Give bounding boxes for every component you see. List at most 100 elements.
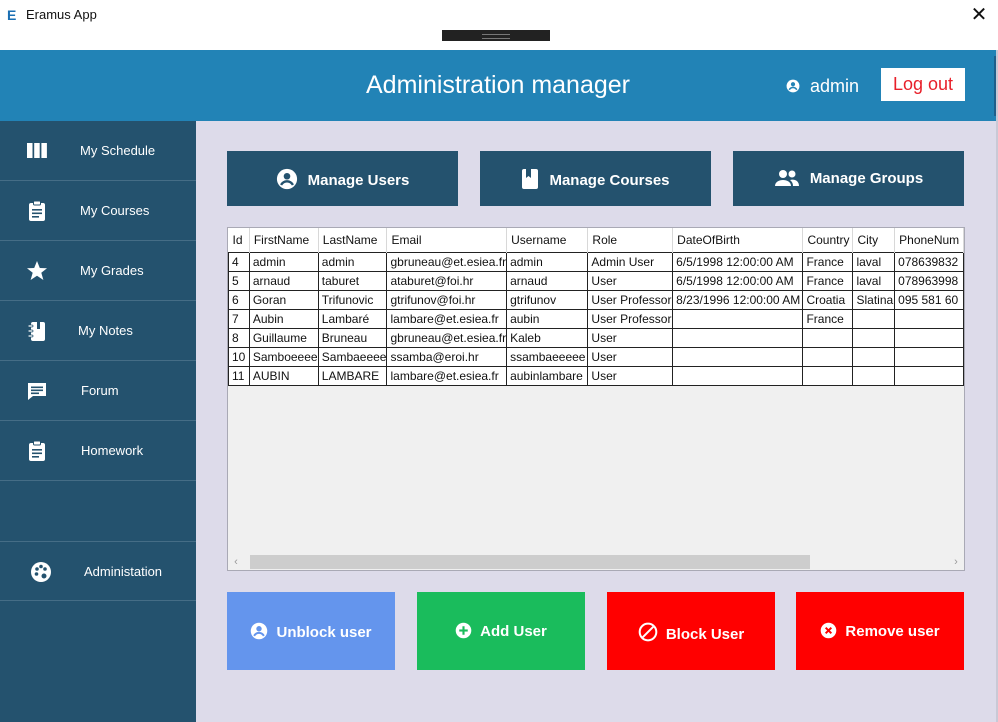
table-cell[interactable]: lambare@et.esiea.fr [386, 308, 508, 329]
table-cell[interactable] [802, 365, 854, 386]
table-cell[interactable] [852, 365, 896, 386]
table-cell[interactable]: France [802, 308, 854, 329]
manage-groups-button[interactable]: Manage Groups [733, 151, 964, 206]
sidebar-item-administration[interactable]: Administation [0, 541, 196, 601]
table-cell[interactable]: 5 [228, 270, 250, 291]
table-cell[interactable] [672, 365, 804, 386]
table-cell[interactable]: Croatia [802, 289, 854, 310]
column-header[interactable]: Email [386, 228, 508, 252]
table-row[interactable]: 6 Goran Trifunovic gtrifunov@foi.hr gtrifuno… [228, 289, 964, 310]
column-header[interactable]: Role [587, 228, 674, 252]
table-cell[interactable]: 6 [228, 289, 250, 310]
table-cell[interactable]: 7 [228, 308, 250, 329]
sidebar-item-my-notes[interactable]: My Notes [0, 301, 196, 361]
sidebar-item-homework[interactable]: Homework [0, 421, 196, 481]
table-cell[interactable]: 8/23/1996 12:00:00 AM [672, 289, 804, 310]
column-header[interactable]: DateOfBirth [672, 228, 804, 252]
table-cell[interactable]: AUBIN [248, 365, 319, 386]
table-cell[interactable] [852, 308, 896, 329]
unblock-user-button[interactable]: Unblock user [227, 592, 395, 670]
table-cell[interactable]: Kaleb [506, 327, 589, 348]
table-cell[interactable]: User [587, 346, 674, 367]
table-cell[interactable]: lambare@et.esiea.fr [386, 365, 508, 386]
table-cell[interactable]: Bruneau [317, 327, 388, 348]
table-row[interactable]: 10 Samboeeee Sambaeeee ssamba@eroi.hr ssamba… [228, 346, 964, 367]
table-row[interactable]: 4 admin admin gbruneau@et.esiea.fr admin Admi… [228, 251, 964, 272]
table-cell[interactable] [894, 346, 964, 367]
block-user-button[interactable]: Block User [607, 592, 775, 670]
table-cell[interactable]: LAMBARE [317, 365, 388, 386]
table-cell[interactable]: Guillaume [248, 327, 319, 348]
table-row[interactable]: 11 AUBIN LAMBARE lambare@et.esiea.fr aubinla… [228, 365, 964, 386]
table-cell[interactable]: 078639832 [894, 251, 964, 272]
table-cell[interactable]: 4 [228, 251, 250, 272]
table-cell[interactable]: 6/5/1998 12:00:00 AM [672, 251, 804, 272]
table-cell[interactable]: France [802, 251, 854, 272]
scroll-right-icon[interactable]: › [948, 554, 964, 570]
table-cell[interactable]: Goran [248, 289, 319, 310]
table-cell[interactable]: gbruneau@et.esiea.fr [386, 251, 508, 272]
table-cell[interactable]: aubin [506, 308, 589, 329]
table-cell[interactable]: ssamba@eroi.hr [386, 346, 508, 367]
column-header[interactable]: Username [506, 228, 589, 252]
table-cell[interactable]: gtrifunov@foi.hr [386, 289, 508, 310]
table-cell[interactable] [802, 327, 854, 348]
table-cell[interactable]: gtrifunov [506, 289, 589, 310]
table-cell[interactable]: User [587, 270, 674, 291]
sidebar-item-my-courses[interactable]: My Courses [0, 181, 196, 241]
table-cell[interactable]: laval [852, 270, 896, 291]
table-row[interactable]: 5 arnaud taburet ataburet@foi.hr arnaud User 6… [228, 270, 964, 291]
table-cell[interactable] [852, 346, 896, 367]
column-header[interactable]: City [852, 228, 896, 252]
table-cell[interactable] [672, 327, 804, 348]
column-header[interactable]: Country [802, 228, 854, 252]
close-icon[interactable]: ✕ [968, 4, 990, 26]
add-user-button[interactable]: Add User [417, 592, 585, 670]
table-cell[interactable]: admin [248, 251, 319, 272]
manage-users-button[interactable]: Manage Users [227, 151, 458, 206]
table-cell[interactable]: laval [852, 251, 896, 272]
horizontal-scrollbar[interactable]: ‹ › [228, 554, 964, 570]
table-cell[interactable]: Admin User [587, 251, 674, 272]
table-cell[interactable]: ataburet@foi.hr [386, 270, 508, 291]
table-cell[interactable]: aubinlambare [506, 365, 589, 386]
table-cell[interactable]: Slatina [852, 289, 896, 310]
sidebar-item-my-schedule[interactable]: My Schedule [0, 121, 196, 181]
table-cell[interactable]: 11 [228, 365, 250, 386]
table-cell[interactable]: 078963998 [894, 270, 964, 291]
table-cell[interactable]: User Professor [587, 308, 674, 329]
table-cell[interactable]: Aubin [248, 308, 319, 329]
table-cell[interactable] [894, 365, 964, 386]
table-cell[interactable] [672, 308, 804, 329]
table-cell[interactable]: gbruneau@et.esiea.fr [386, 327, 508, 348]
column-header[interactable]: FirstName [249, 228, 319, 252]
table-cell[interactable]: ssambaeeeee [506, 346, 589, 367]
column-header[interactable]: PhoneNum [894, 228, 964, 252]
column-header[interactable]: LastName [318, 228, 388, 252]
table-cell[interactable]: Sambaeeee [317, 346, 388, 367]
table-cell[interactable]: Samboeeee [248, 346, 319, 367]
table-cell[interactable]: taburet [317, 270, 388, 291]
scrollbar-thumb[interactable] [250, 555, 810, 569]
table-cell[interactable]: User Professor [587, 289, 674, 310]
sidebar-item-forum[interactable]: Forum [0, 361, 196, 421]
table-cell[interactable]: Lambaré [317, 308, 388, 329]
table-cell[interactable]: admin [317, 251, 388, 272]
remove-user-button[interactable]: Remove user [796, 592, 964, 670]
table-cell[interactable] [894, 308, 964, 329]
table-cell[interactable]: Trifunovic [317, 289, 388, 310]
table-cell[interactable]: arnaud [506, 270, 589, 291]
table-cell[interactable]: User [587, 365, 674, 386]
table-cell[interactable] [802, 346, 854, 367]
table-cell[interactable] [672, 346, 804, 367]
users-data-grid[interactable]: Id FirstName LastName Email Username Role Date… [227, 227, 965, 571]
table-cell[interactable]: 095 581 60 [894, 289, 964, 310]
table-cell[interactable]: 6/5/1998 12:00:00 AM [672, 270, 804, 291]
table-cell[interactable]: 10 [228, 346, 250, 367]
table-cell[interactable] [894, 327, 964, 348]
logout-button[interactable]: Log out [881, 68, 965, 101]
table-row[interactable]: 8 Guillaume Bruneau gbruneau@et.esiea.fr Kal… [228, 327, 964, 348]
column-header[interactable]: Id [228, 228, 250, 252]
table-cell[interactable] [852, 327, 896, 348]
table-cell[interactable]: User [587, 327, 674, 348]
